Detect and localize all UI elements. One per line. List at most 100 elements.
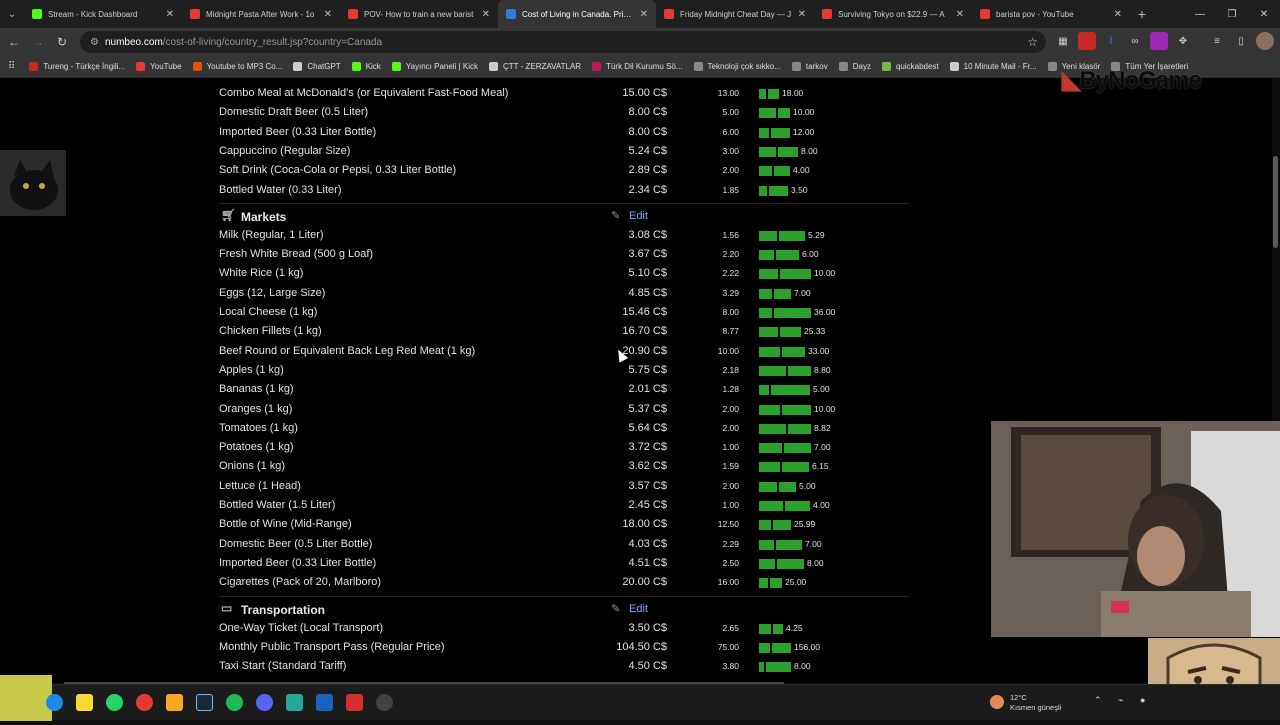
range-high: 6.15 [812,461,829,472]
acrobat-icon[interactable] [346,694,363,711]
range-high: 10.00 [793,107,815,118]
tab-0[interactable]: Stream - Kick Dashboard ✕ [24,0,182,28]
item-price: 3.67 C$ [628,248,667,261]
range-high: 12.00 [793,126,815,137]
edit-link[interactable]: Edit [629,210,648,222]
tab-close-icon[interactable]: ✕ [482,9,490,20]
tab-close-icon[interactable]: ✕ [640,9,648,20]
bookmark-youtube-to-mp3-co[interactable]: Youtube to MP3 Co... [192,62,282,71]
bookmark-kick[interactable]: Kick [351,62,381,71]
price-range-bar [759,308,811,318]
app-icon[interactable] [376,694,393,711]
tab-1[interactable]: Midnight Pasta After Work - 1o ✕ [182,0,340,28]
bookmark-icon [693,62,703,71]
network-icon[interactable]: ⌁ [1118,695,1123,705]
edge-icon[interactable] [46,694,63,711]
table-row: Fresh White Bread (500 g Loaf) 3.67 C$ 2.2… [219,245,909,264]
forward-arrow-icon[interactable]: → [26,35,50,49]
tab-close-icon[interactable]: ✕ [798,9,806,20]
tab-close-icon[interactable]: ✕ [1114,9,1122,20]
bookmark-10-minute-mail-fr[interactable]: 10 Minute Mail - Fr... [949,62,1037,71]
bookmark-icon [29,62,39,71]
bookmark-icon [136,62,146,71]
bookmark-star-icon[interactable]: ☆ [1027,35,1038,49]
bookmark-label: Yayıncı Paneli | Kick [405,62,478,71]
tab-close-icon[interactable]: ✕ [166,9,174,20]
close-icon[interactable]: ✕ [1248,0,1280,28]
side-panel-icon[interactable]: ▯ [1232,32,1250,50]
bookmark-tureng-t-rk-e-i-ngili[interactable]: Tureng - Türkçe İngili... [29,62,125,71]
bookmark-label: Türk Dil Kurumu Sö... [606,62,683,71]
range-high: 4.25 [786,622,803,633]
folder-icon[interactable] [166,694,183,711]
extension-icon[interactable] [1078,32,1096,50]
tabs: Stream - Kick Dashboard ✕ Midnight Pasta A… [24,0,1130,28]
extension-icon[interactable]: ∞ [1126,32,1144,50]
bookmark-tt-zerzavatlar[interactable]: ÇTT - ZERZAVATLAR [489,62,581,71]
whatsapp-icon[interactable] [106,694,123,711]
tab-search-button[interactable]: ⌄ [0,0,24,28]
tab-2[interactable]: POV- How to train a new barist ✕ [340,0,498,28]
microphone-icon[interactable]: ● [1140,695,1145,705]
bookmark-icon [1047,62,1057,71]
bynogame-logo: ◣ByNoGame [1062,66,1202,95]
puzzle-icon[interactable]: ✥ [1174,32,1192,50]
bookmark-chatgpt[interactable]: ChatGPT [293,62,341,71]
tab-4[interactable]: Friday Midnight Cheat Day — J ✕ [656,0,814,28]
extension-icon[interactable]: ▦ [1054,32,1072,50]
bookmark-yay-nc-paneli-kick[interactable]: Yayıncı Paneli | Kick [391,62,478,71]
range-high: 4.00 [813,500,830,510]
range-low: 1.59 [722,461,739,472]
maximize-icon[interactable]: ❐ [1216,0,1248,28]
range-high: 36.00 [814,307,836,317]
pencil-icon[interactable]: ✎ [611,209,620,222]
extension-icon[interactable]: ⌇ [1102,32,1120,50]
tab-5[interactable]: Surviving Tokyo on $22.9 — A ✕ [814,0,972,28]
tray-chevron-icon[interactable]: ⌃ [1094,695,1102,705]
average-marker [767,185,769,196]
reload-icon[interactable]: ↻ [50,35,74,49]
tab-close-icon[interactable]: ✕ [956,9,964,20]
bookmark-icon [351,62,361,71]
chrome-icon[interactable] [136,694,153,711]
profile-avatar[interactable] [1256,32,1274,50]
range-low: 5.00 [722,107,739,118]
discord-icon[interactable] [256,694,273,711]
bookmark-teknoloji-ok-s-kko[interactable]: Teknoloji çok sıkko... [693,62,781,71]
bookmark-youtube[interactable]: YouTube [136,62,182,71]
table-row: Domestic Draft Beer (0.5 Liter) 8.00 C$ 5.… [219,103,909,122]
new-tab-button[interactable]: + [1130,6,1154,22]
range-low: 3.80 [722,661,739,672]
range-high: 8.82 [814,422,831,433]
app-icon[interactable] [316,694,333,711]
range-high: 156.00 [794,641,820,652]
address-bar[interactable]: ⚙ numbeo.com /cost-of-living/country_res… [80,31,1046,53]
menu-lines-icon[interactable]: ≡ [1208,32,1226,50]
item-name: Beef Round or Equivalent Back Leg Red Me… [219,344,476,357]
tab-3[interactable]: Cost of Living in Canada. Prices ✕ [498,0,656,28]
scrollbar-thumb[interactable] [1273,156,1278,248]
bookmark-t-rk-dil-kurumu-s[interactable]: Türk Dil Kurumu Sö... [592,62,683,71]
app-icon[interactable] [286,694,303,711]
edit-link[interactable]: Edit [629,603,648,615]
site-info-icon[interactable]: ⚙ [90,37,99,48]
minimize-icon[interactable]: — [1184,0,1216,28]
back-arrow-icon[interactable]: ← [2,35,26,49]
tab-close-icon[interactable]: ✕ [324,9,332,20]
apps-grid-icon[interactable]: ⠿ [8,61,15,72]
bookmark-dayz[interactable]: Dayz [838,62,871,71]
table-row: Chicken Fillets (1 kg) 16.70 C$ 8.77 25.33 [219,322,909,341]
table-row: Eggs (12, Large Size) 4.85 C$ 3.29 7.00 [219,284,909,303]
spotify-icon[interactable] [226,694,243,711]
table-row: Taxi Start (Standard Tariff) 4.50 C$ 3.80 8… [219,657,909,676]
extension-icon[interactable] [1150,32,1168,50]
bookmark-quickabdest[interactable]: quickabdest [881,62,939,71]
file-icon[interactable] [76,694,93,711]
steam-icon[interactable] [196,694,213,711]
table-row: Potatoes (1 kg) 3.72 C$ 1.00 7.00 [219,438,909,457]
pencil-icon[interactable]: ✎ [611,602,620,615]
bookmark-tarkov[interactable]: tarkov [791,62,828,71]
tab-6[interactable]: barista pov - YouTube ✕ [972,0,1130,28]
table-row: Bottled Water (0.33 Liter) 2.34 C$ 1.85 3.5… [219,181,909,200]
section-header-markets: 🛒︎ Markets ✎ Edit [219,202,909,227]
